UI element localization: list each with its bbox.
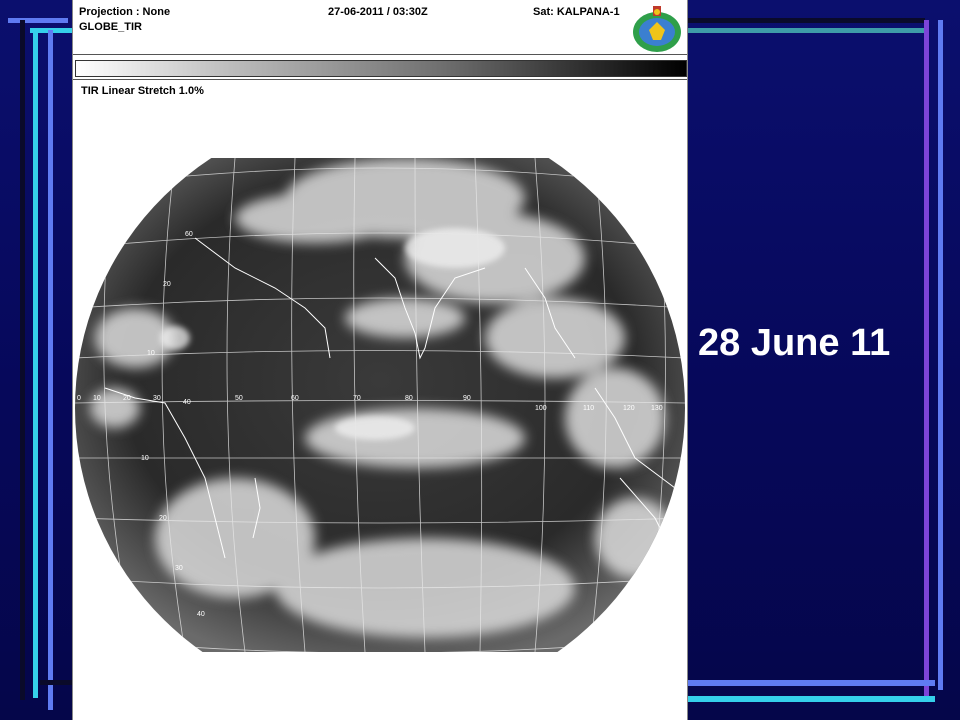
decor-bar-left-blue xyxy=(48,30,53,710)
decor-bar-right-purple xyxy=(924,20,929,700)
lat-label: 10 xyxy=(141,455,149,462)
decor-bar-bottom-blue xyxy=(685,680,935,686)
lon-label: 70 xyxy=(353,395,361,402)
lon-label: 10 xyxy=(93,395,101,402)
lon-label: 80 xyxy=(405,395,413,402)
lon-label: 130 xyxy=(651,405,663,412)
lat-label: 40 xyxy=(197,611,205,618)
lon-label: 60 xyxy=(291,395,299,402)
lon-label: 100 xyxy=(535,405,547,412)
lon-label: 30 xyxy=(153,395,161,402)
product-label: GLOBE_TIR xyxy=(79,21,142,33)
decor-bar-left-cyan xyxy=(33,28,38,698)
decor-bar-top-left-blue xyxy=(8,18,68,23)
lat-label: 20 xyxy=(163,281,171,288)
decor-bar-top-right-teal xyxy=(685,28,925,33)
lat-label: 30 xyxy=(175,565,183,572)
lat-label: 20 xyxy=(159,515,167,522)
enhancement-label: TIR Linear Stretch 1.0% xyxy=(81,85,204,97)
decor-bar-bottom-cyan xyxy=(685,696,935,702)
colorbar-divider xyxy=(73,79,687,80)
imd-emblem-icon xyxy=(633,6,681,52)
projection-label: Projection : None xyxy=(79,6,171,18)
grayscale-colorbar xyxy=(75,60,687,77)
lon-label: 120 xyxy=(623,405,635,412)
lon-label: 90 xyxy=(463,395,471,402)
lon-label: 50 xyxy=(235,395,243,402)
slide-date-title: 28 June 11 xyxy=(698,322,891,364)
lat-label: 60 xyxy=(185,231,193,238)
ir-globe-image: 60 20 10 0 10 20 30 40 50 60 70 80 90 10… xyxy=(75,157,685,654)
satellite-label: Sat: KALPANA-1 xyxy=(533,6,620,18)
decor-bar-left-dark xyxy=(20,20,25,700)
datetime-label: 27-06-2011 / 03:30Z xyxy=(328,6,428,18)
lon-label: 0 xyxy=(77,395,81,402)
decor-bar-right-blue xyxy=(938,20,943,690)
lon-label: 110 xyxy=(583,405,594,412)
satellite-image-panel: Projection : None GLOBE_TIR 27-06-2011 /… xyxy=(72,0,688,720)
lat-label: 10 xyxy=(147,350,155,357)
header-divider xyxy=(73,54,687,55)
lon-label: 20 xyxy=(123,395,131,402)
lon-label: 40 xyxy=(183,399,191,406)
decor-bar-top-right-dark xyxy=(685,18,925,23)
